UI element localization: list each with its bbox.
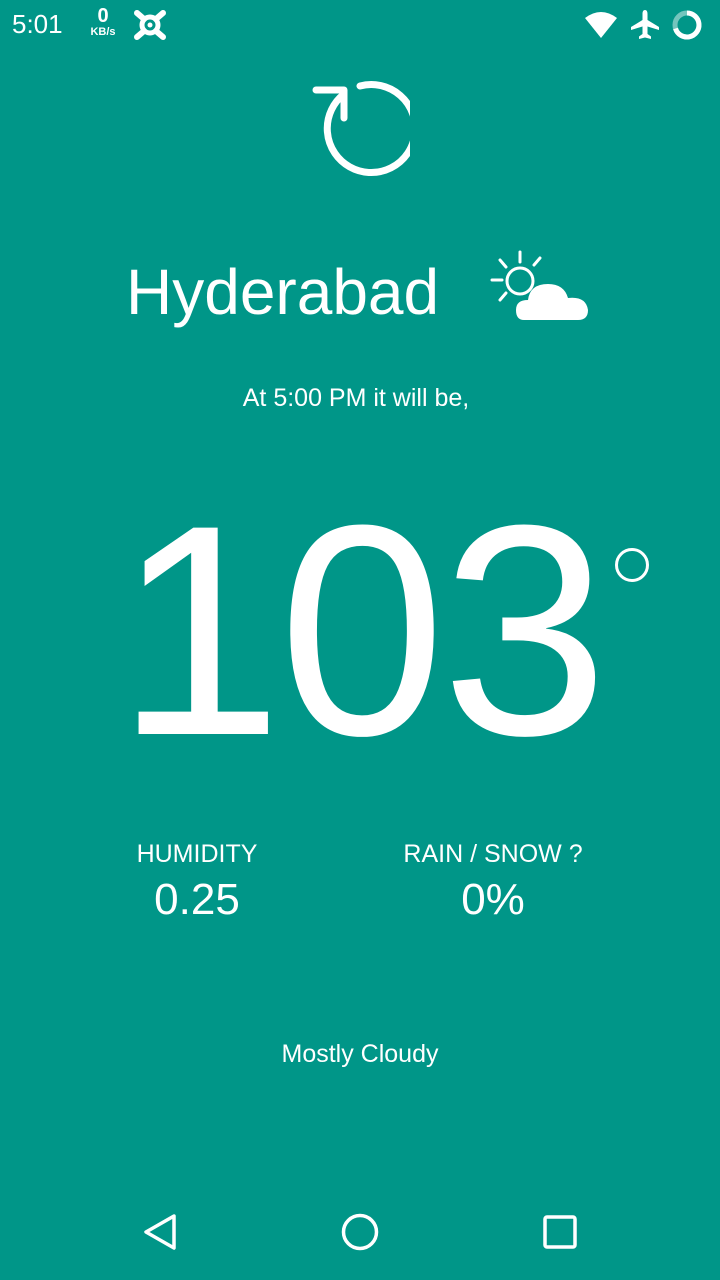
humidity-value: 0.25 [154,875,240,924]
back-icon [144,1214,176,1250]
airplane-icon [628,8,662,42]
forecast-time: At 5:00 PM it will be, [242,384,470,412]
weather-condition: Mostly Cloudy [281,1040,439,1068]
degree-symbol [615,548,649,582]
humidity-stat: HUMIDITY 0.25 [67,836,327,928]
city-name: Hyderabad [126,256,440,328]
home-icon [341,1213,379,1251]
network-speed: 0 KB/s [84,6,122,38]
partly-cloudy-icon [490,248,596,328]
back-button[interactable] [136,1208,184,1256]
status-bar: 5:01 0 KB/s [0,0,720,50]
status-time: 5:01 [12,9,63,39]
network-speed-unit: KB/s [90,26,116,38]
precipitation-value: 0% [461,875,525,924]
precipitation-stat: RAIN / SNOW ? 0% [363,836,623,928]
weather-screen: 5:01 0 KB/s Hyderabad At 5:00 PM it will… [0,0,720,1280]
navigation-bar [0,1184,720,1280]
refresh-icon [312,81,410,177]
refresh-button[interactable] [310,80,410,180]
precipitation-label: RAIN / SNOW ? [403,840,583,868]
sync-icon [670,8,704,42]
vpn-icon [132,8,168,42]
recents-button[interactable] [536,1208,584,1256]
recents-icon [543,1215,577,1249]
humidity-label: HUMIDITY [136,840,258,868]
home-button[interactable] [336,1208,384,1256]
wifi-icon [584,10,618,40]
temperature-value: 103 [115,462,609,798]
network-speed-value: 0 [97,5,109,27]
